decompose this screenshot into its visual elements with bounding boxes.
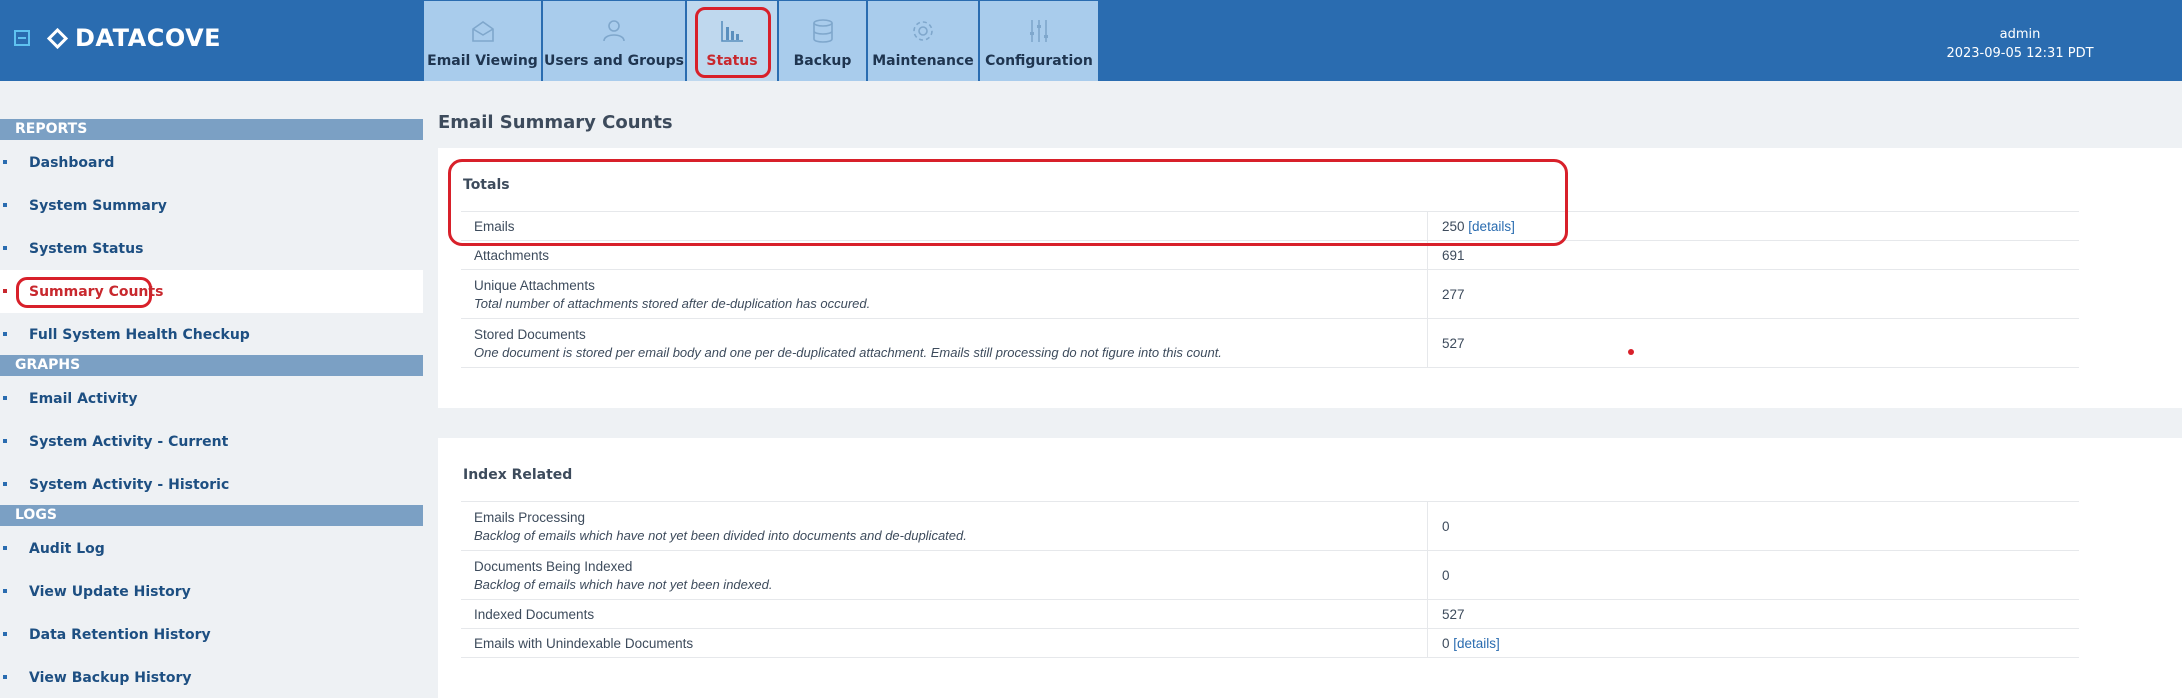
table-row: Unique Attachments Total number of attac… bbox=[461, 270, 2079, 319]
bullet-icon bbox=[3, 632, 7, 636]
sidebar-item-view-backup-history[interactable]: View Backup History bbox=[0, 656, 423, 698]
sidebar-item-full-system-health-checkup[interactable]: Full System Health Checkup bbox=[0, 313, 423, 356]
unindexable-details-link[interactable]: [details] bbox=[1453, 636, 1500, 651]
index-related-title: Index Related bbox=[463, 467, 573, 483]
sidebar-item-summary-counts[interactable]: Summary Counts bbox=[0, 270, 423, 313]
sidebar-item-view-update-history[interactable]: View Update History bbox=[0, 570, 423, 613]
tab-email-viewing[interactable]: Email Viewing bbox=[424, 1, 541, 81]
gear-icon bbox=[913, 21, 933, 41]
table-row: Emails Processing Backlog of emails whic… bbox=[461, 502, 2079, 551]
bullet-icon bbox=[3, 439, 7, 443]
table-row: Stored Documents One document is stored … bbox=[461, 319, 2079, 368]
bar-chart-icon bbox=[721, 21, 743, 42]
reports-section-header: REPORTS bbox=[0, 119, 423, 140]
bullet-icon bbox=[3, 246, 7, 250]
tab-backup[interactable]: Backup bbox=[779, 1, 866, 81]
bullet-icon bbox=[3, 546, 7, 550]
bullet-icon bbox=[3, 289, 7, 293]
username[interactable]: admin bbox=[1900, 25, 2140, 44]
annotation-dot bbox=[1628, 349, 1634, 355]
table-row: Emails with Unindexable Documents 0 [det… bbox=[461, 629, 2079, 658]
brand-name: DATACOVE bbox=[75, 24, 222, 52]
current-datetime: 2023-09-05 12:31 PDT bbox=[1946, 46, 2094, 61]
sidebar-item-system-activity-historic[interactable]: System Activity - Historic bbox=[0, 463, 423, 506]
top-header: DATACOVE Email Viewing Users and Groups … bbox=[0, 0, 2182, 81]
index-related-table: Emails Processing Backlog of emails whic… bbox=[461, 501, 2079, 658]
bullet-icon bbox=[3, 396, 7, 400]
users-icon bbox=[603, 20, 625, 42]
main-nav-tabs: Email Viewing Users and Groups Status Ba… bbox=[424, 1, 1100, 81]
bullet-icon bbox=[3, 675, 7, 679]
sliders-icon bbox=[1030, 20, 1048, 42]
bullet-icon bbox=[3, 332, 7, 336]
bullet-icon bbox=[3, 203, 7, 207]
user-info: admin 2023-09-05 12:31 PDT bbox=[1900, 25, 2140, 63]
sidebar: REPORTS Dashboard System Summary System … bbox=[0, 81, 423, 698]
table-row: Indexed Documents 527 bbox=[461, 600, 2079, 629]
menu-toggle-icon[interactable] bbox=[14, 30, 30, 46]
database-icon bbox=[812, 19, 833, 43]
tab-status[interactable]: Status bbox=[687, 1, 777, 81]
sidebar-item-system-activity-current[interactable]: System Activity - Current bbox=[0, 420, 423, 463]
sidebar-item-data-retention-history[interactable]: Data Retention History bbox=[0, 613, 423, 656]
tab-maintenance[interactable]: Maintenance bbox=[868, 1, 978, 81]
table-row: Documents Being Indexed Backlog of email… bbox=[461, 551, 2079, 600]
graphs-section-header: GRAPHS bbox=[0, 355, 423, 376]
index-related-panel: Index Related Emails Processing Backlog … bbox=[438, 438, 2182, 698]
sidebar-item-dashboard[interactable]: Dashboard bbox=[0, 141, 423, 184]
sidebar-item-system-summary[interactable]: System Summary bbox=[0, 184, 423, 227]
tab-configuration[interactable]: Configuration bbox=[980, 1, 1098, 81]
tab-users-and-groups[interactable]: Users and Groups bbox=[543, 1, 685, 81]
sidebar-item-audit-log[interactable]: Audit Log bbox=[0, 527, 423, 570]
logs-section-header: LOGS bbox=[0, 505, 423, 526]
envelope-icon bbox=[471, 21, 494, 42]
logo[interactable]: DATACOVE bbox=[46, 24, 222, 52]
bullet-icon bbox=[3, 160, 7, 164]
bullet-icon bbox=[3, 482, 7, 486]
page-title: Email Summary Counts bbox=[438, 112, 673, 133]
bullet-icon bbox=[3, 589, 7, 593]
diamond-logo-icon bbox=[46, 27, 69, 49]
sidebar-item-system-status[interactable]: System Status bbox=[0, 227, 423, 270]
sidebar-item-email-activity[interactable]: Email Activity bbox=[0, 377, 423, 420]
highlight-annotation bbox=[448, 159, 1568, 246]
